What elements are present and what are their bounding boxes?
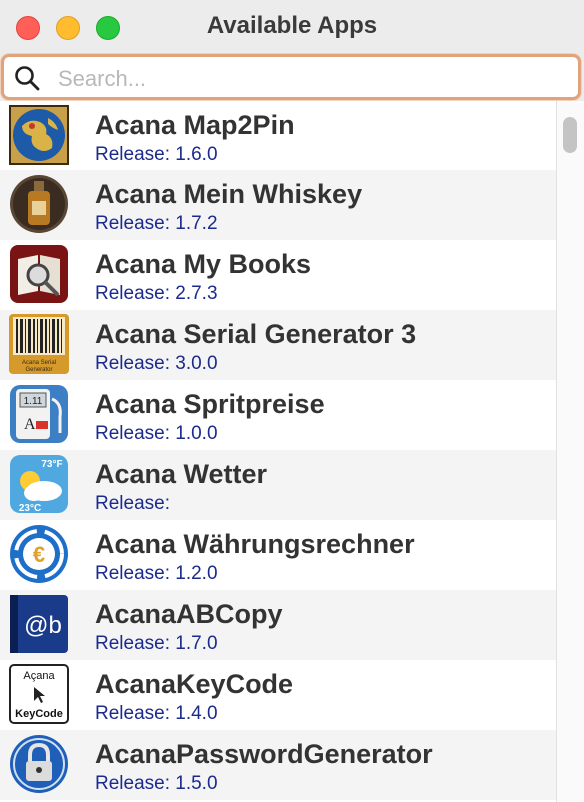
- app-name: AcanaPasswordGenerator: [95, 739, 433, 769]
- search-field[interactable]: [1, 54, 581, 100]
- book-magnifier-icon: [10, 245, 68, 303]
- list-item[interactable]: @b AcanaABCopy Release: 1.7.0: [0, 590, 556, 660]
- svg-text:23°C: 23°C: [19, 503, 41, 514]
- app-release: Release: 3.0.0: [95, 353, 218, 374]
- weather-icon: 73°F 23°C: [10, 455, 68, 514]
- svg-text:Acana Serial: Acana Serial: [22, 360, 56, 366]
- svg-text:KeyCode: KeyCode: [15, 708, 63, 720]
- app-list[interactable]: Acana Map2Pin Release: 1.6.0 Acana Mein …: [0, 101, 556, 802]
- app-release: Release: 1.5.0: [95, 773, 218, 794]
- list-item[interactable]: Acana Mein Whiskey Release: 1.7.2: [0, 170, 556, 240]
- list-item[interactable]: Acana Map2Pin Release: 1.6.0: [0, 101, 556, 170]
- svg-text:€: €: [33, 542, 45, 567]
- search-input[interactable]: [56, 63, 570, 95]
- app-release: Release: 1.4.0: [95, 703, 218, 724]
- fuel-pump-icon: 1.11 A: [10, 385, 68, 443]
- list-item[interactable]: Acana My Books Release: 2.7.3: [0, 240, 556, 310]
- list-item[interactable]: € Acana Währungsrechner Release: 1.2.0: [0, 520, 556, 590]
- app-name: Acana Serial Generator 3: [95, 319, 417, 349]
- list-item[interactable]: Acana Serial Generator Acana Serial Gene…: [0, 310, 556, 380]
- list-item[interactable]: AcanaPasswordGenerator Release: 1.5.0: [0, 730, 556, 800]
- scrollbar-thumb[interactable]: [563, 117, 577, 153]
- svg-text:1.11: 1.11: [24, 396, 43, 407]
- list-item[interactable]: Açana KeyCode AcanaKeyCode Release: 1.4.…: [0, 660, 556, 730]
- keycode-icon: Açana KeyCode: [9, 664, 69, 724]
- app-release: Release: 2.7.3: [95, 283, 218, 304]
- whiskey-bottle-icon: [10, 175, 68, 233]
- padlock-icon: [10, 735, 68, 793]
- app-name: Acana My Books: [95, 249, 312, 279]
- app-name: Acana Wetter: [95, 459, 268, 489]
- app-name: AcanaABCopy: [95, 599, 283, 629]
- barcode-icon: Acana Serial Generator: [9, 314, 69, 374]
- app-name: Acana Währungsrechner: [95, 529, 415, 559]
- vertical-scrollbar[interactable]: [556, 101, 584, 802]
- svg-text:A: A: [24, 416, 36, 433]
- app-window: Available Apps Acana Map2Pin Release: 1.…: [0, 0, 584, 802]
- app-name: Acana Mein Whiskey: [95, 179, 363, 209]
- app-release: Release: 1.6.0: [95, 144, 218, 165]
- app-release: Release:: [95, 493, 170, 514]
- window-title: Available Apps: [206, 12, 378, 39]
- svg-text:73°F: 73°F: [41, 459, 62, 470]
- svg-text:@b: @b: [24, 612, 62, 639]
- search-icon: [15, 66, 40, 91]
- app-name: Acana Map2Pin: [95, 110, 295, 140]
- globe-map-icon: [9, 105, 69, 165]
- svg-text:Açana: Açana: [23, 670, 55, 682]
- title-bar: Available Apps: [0, 0, 584, 54]
- euro-currency-icon: €: [10, 525, 68, 583]
- list-item[interactable]: 1.11 A Acana Spritpreise Release: 1.0.0: [0, 380, 556, 450]
- list-item[interactable]: 73°F 23°C Acana Wetter Release:: [0, 450, 556, 520]
- app-release: Release: 1.0.0: [95, 423, 218, 444]
- at-b-icon: @b: [10, 595, 68, 653]
- app-release: Release: 1.7.0: [95, 633, 218, 654]
- app-name: Acana Spritpreise: [95, 389, 325, 419]
- app-release: Release: 1.7.2: [95, 213, 218, 234]
- svg-text:Generator: Generator: [25, 367, 52, 373]
- app-name: AcanaKeyCode: [95, 669, 294, 699]
- app-release: Release: 1.2.0: [95, 563, 218, 584]
